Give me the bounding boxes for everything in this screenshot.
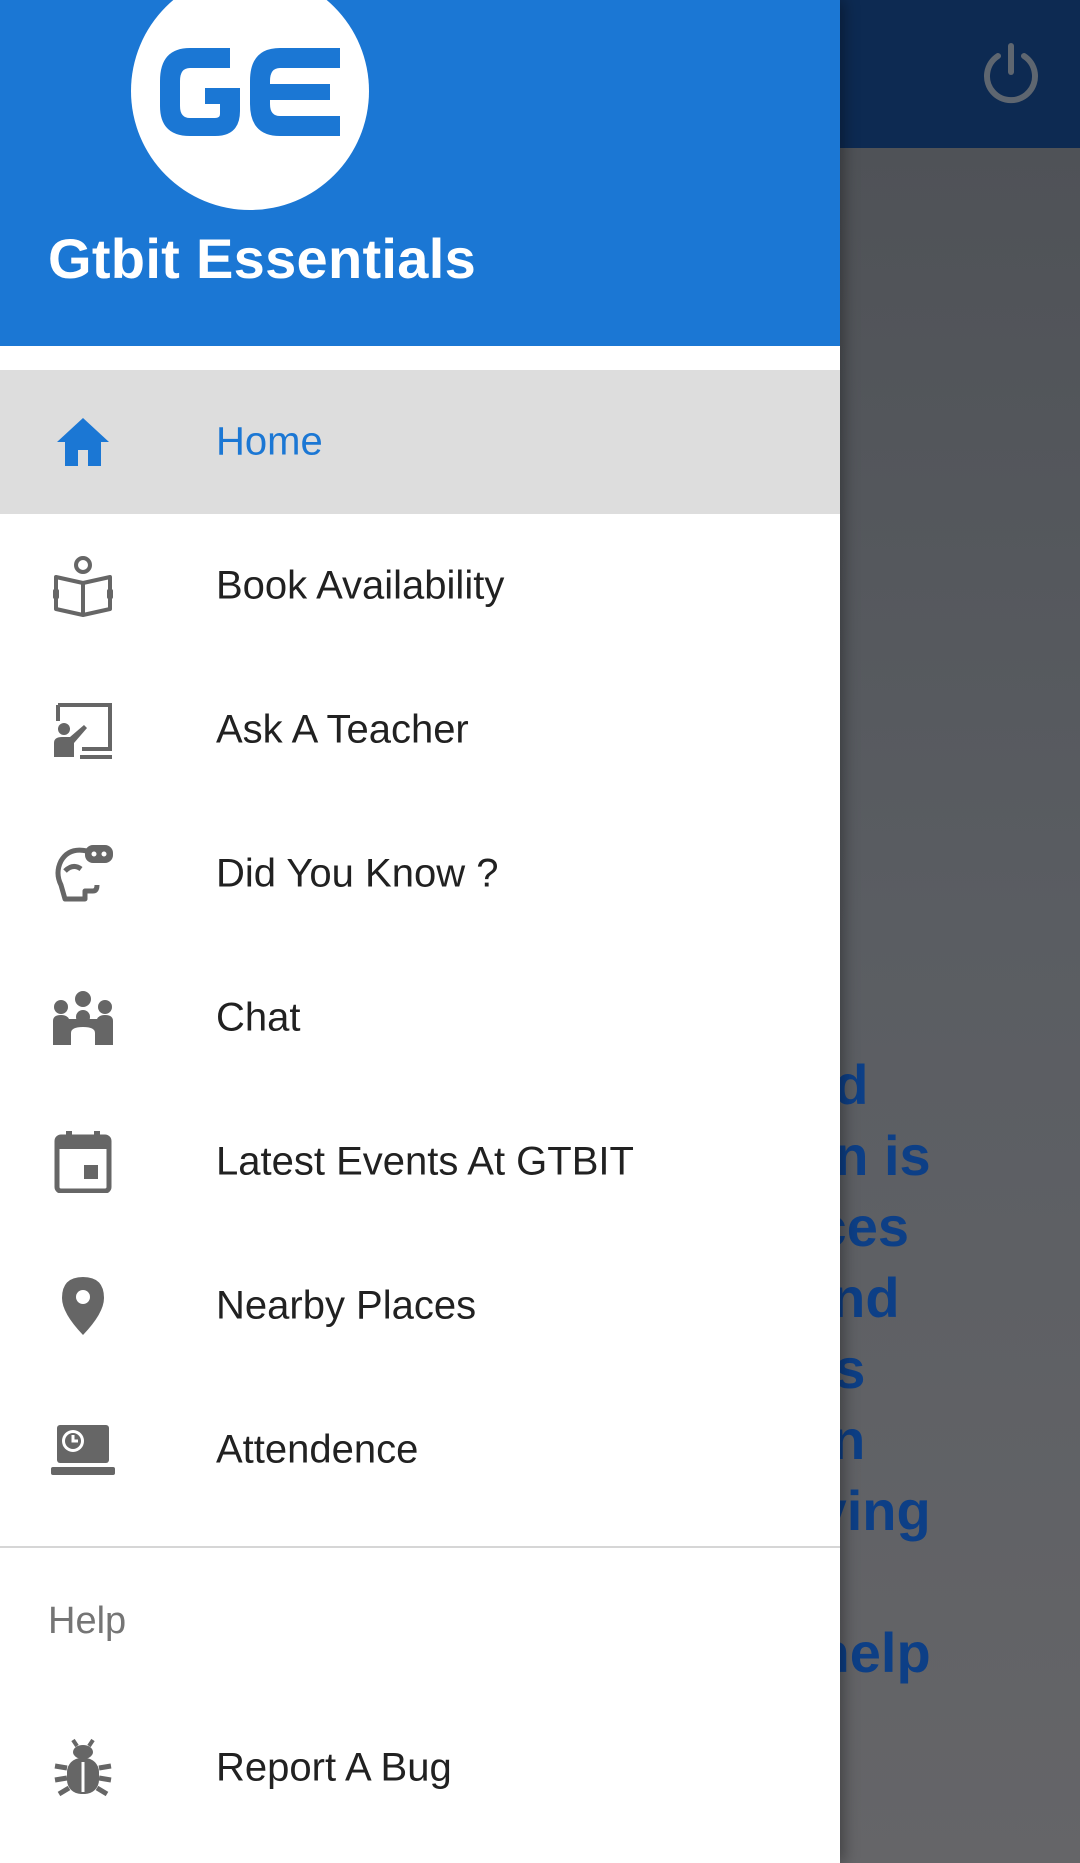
menu-item-attendence[interactable]: Attendence bbox=[0, 1378, 840, 1522]
group-icon bbox=[50, 985, 116, 1051]
drawer-menu: Home Book Availability Ask A Teacher Did… bbox=[0, 370, 840, 1522]
menu-label-book-availability: Book Availability bbox=[216, 563, 505, 608]
menu-label-ask-a-teacher: Ask A Teacher bbox=[216, 707, 469, 752]
menu-divider bbox=[0, 1546, 840, 1548]
menu-item-ask-a-teacher[interactable]: Ask A Teacher bbox=[0, 658, 840, 802]
help-menu: Report A Bug bbox=[0, 1696, 840, 1840]
app-logo bbox=[131, 0, 369, 210]
ge-logo-icon bbox=[160, 48, 340, 136]
background-text: o nd on is ices and us in lving help T. bbox=[800, 982, 931, 1755]
menu-item-nearby-places[interactable]: Nearby Places bbox=[0, 1234, 840, 1378]
menu-item-book-availability[interactable]: Book Availability bbox=[0, 514, 840, 658]
thinking-head-icon bbox=[50, 841, 116, 907]
home-icon bbox=[50, 409, 116, 475]
menu-item-report-a-bug[interactable]: Report A Bug bbox=[0, 1696, 840, 1840]
location-pin-icon bbox=[50, 1273, 116, 1339]
power-icon[interactable] bbox=[976, 38, 1046, 108]
calendar-icon bbox=[50, 1129, 116, 1195]
menu-label-latest-events: Latest Events At GTBIT bbox=[216, 1139, 634, 1184]
laptop-clock-icon bbox=[50, 1417, 116, 1483]
menu-item-home[interactable]: Home bbox=[0, 370, 840, 514]
menu-label-chat: Chat bbox=[216, 995, 301, 1040]
drawer-header: Gtbit Essentials bbox=[0, 0, 840, 346]
navigation-drawer: Gtbit Essentials Home Book Availability … bbox=[0, 0, 840, 1863]
menu-label-attendence: Attendence bbox=[216, 1427, 419, 1472]
teacher-board-icon bbox=[50, 697, 116, 763]
menu-label-home: Home bbox=[216, 419, 323, 464]
menu-label-did-you-know: Did You Know ? bbox=[216, 851, 499, 896]
bug-icon bbox=[50, 1735, 116, 1801]
menu-label-nearby-places: Nearby Places bbox=[216, 1283, 477, 1328]
app-title: Gtbit Essentials bbox=[48, 227, 477, 290]
menu-item-chat[interactable]: Chat bbox=[0, 946, 840, 1090]
menu-label-report-a-bug: Report A Bug bbox=[216, 1745, 452, 1790]
menu-item-did-you-know[interactable]: Did You Know ? bbox=[0, 802, 840, 946]
menu-item-latest-events[interactable]: Latest Events At GTBIT bbox=[0, 1090, 840, 1234]
help-section-title: Help bbox=[48, 1600, 127, 1642]
book-reader-icon bbox=[50, 553, 116, 619]
